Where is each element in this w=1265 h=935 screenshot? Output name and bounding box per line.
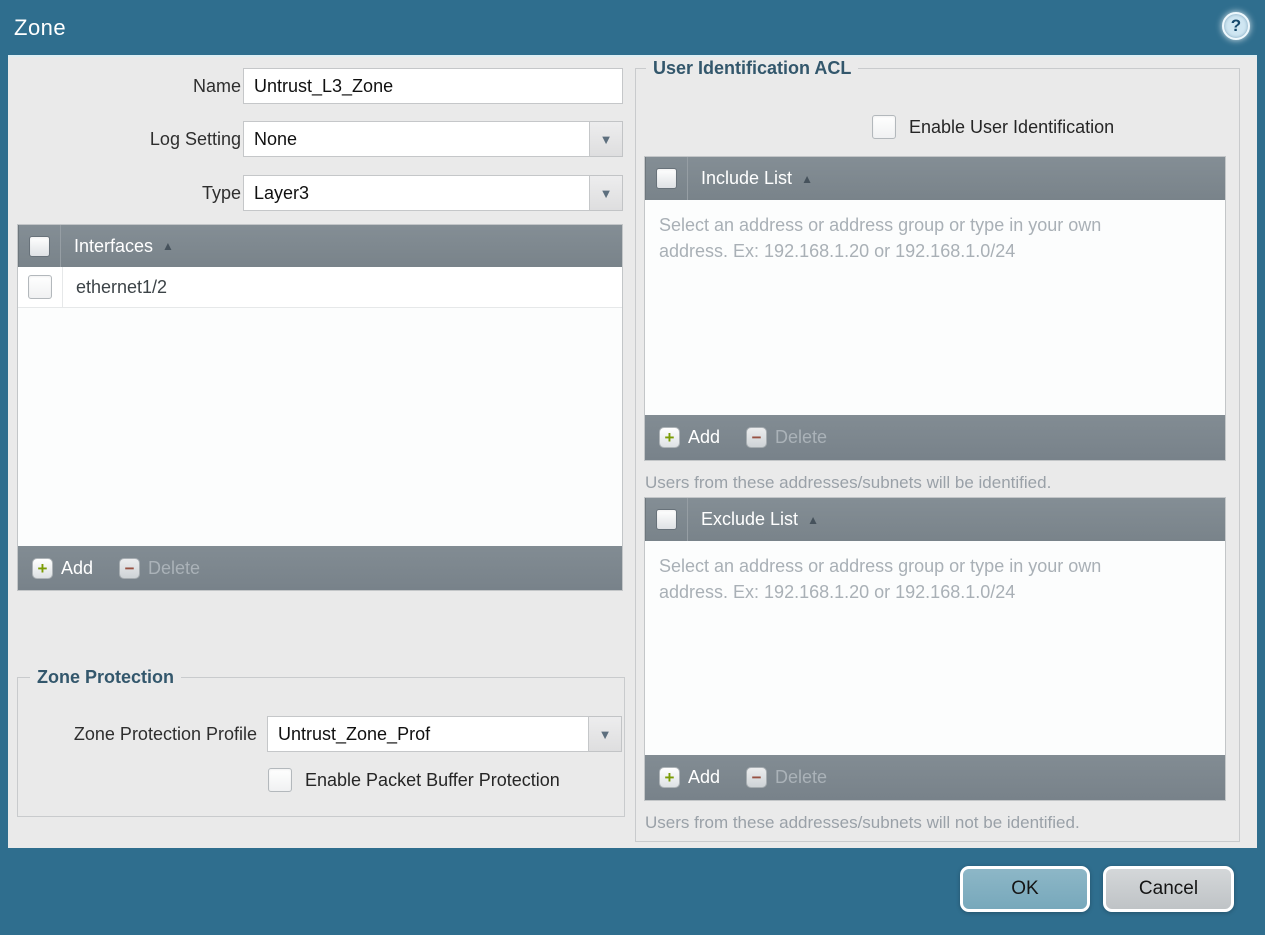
include-list-table: Include List ▲ Select an address or addr… (644, 156, 1226, 461)
interfaces-toolbar: + Add − Delete (18, 546, 622, 590)
minus-icon: − (119, 557, 141, 579)
user-identification-section: User Identification ACL Enable User Iden… (635, 58, 1240, 842)
plus-icon: + (659, 427, 680, 448)
include-add-button[interactable]: + Add (659, 427, 720, 448)
include-list-toolbar: + Add − Delete (645, 415, 1225, 460)
type-select: Layer3 ▼ (243, 175, 623, 211)
sort-ascending-icon: ▲ (162, 239, 174, 253)
column-divider (62, 267, 63, 307)
packet-buffer-protection-label: Enable Packet Buffer Protection (305, 770, 560, 790)
exclude-list-header[interactable]: Exclude List ▲ (645, 498, 1225, 541)
packet-buffer-protection-checkbox[interactable] (268, 768, 292, 792)
log-setting-dropdown-button[interactable]: ▼ (590, 121, 623, 157)
zone-protection-legend: Zone Protection (30, 667, 182, 688)
name-input[interactable] (243, 68, 623, 104)
user-identification-legend: User Identification ACL (646, 58, 859, 79)
ok-button[interactable]: OK (960, 866, 1090, 912)
interfaces-select-all-checkbox[interactable] (28, 235, 50, 257)
zone-protection-section: Zone Protection Zone Protection Profile … (17, 667, 625, 817)
include-delete-button[interactable]: − Delete (746, 427, 827, 448)
include-list-header[interactable]: Include List ▲ (645, 157, 1225, 200)
enable-user-identification-label: Enable User Identification (909, 117, 1115, 137)
dialog-body: Name Log Setting None ▼ Type Layer3 ▼ In… (8, 55, 1257, 848)
interfaces-table-header[interactable]: Interfaces ▲ (18, 225, 622, 267)
add-button[interactable]: + Add (32, 557, 93, 579)
type-value[interactable]: Layer3 (243, 175, 590, 211)
exclude-list-table: Exclude List ▲ Select an address or addr… (644, 497, 1226, 801)
dialog-title: Zone (14, 15, 67, 40)
zone-protection-profile-select: Untrust_Zone_Prof ▼ (267, 716, 622, 752)
exclude-list-caption: Users from these addresses/subnets will … (645, 813, 1080, 832)
chevron-down-icon: ▼ (598, 726, 612, 742)
interfaces-table-body: ethernet1/2 (18, 267, 622, 546)
exclude-list-toolbar: + Add − Delete (645, 755, 1225, 800)
help-glyph: ? (1230, 16, 1242, 35)
interface-name: ethernet1/2 (76, 276, 168, 297)
exclude-delete-button[interactable]: − Delete (746, 767, 827, 788)
chevron-down-icon: ▼ (599, 185, 613, 201)
exclude-list-placeholder: Select an address or address group or ty… (659, 556, 1102, 603)
minus-icon: − (746, 427, 768, 448)
chevron-down-icon: ▼ (599, 131, 613, 147)
log-setting-value[interactable]: None (243, 121, 590, 157)
plus-icon: + (659, 767, 680, 788)
cancel-button[interactable]: Cancel (1103, 866, 1234, 912)
interfaces-column-header: Interfaces (74, 235, 154, 256)
delete-button[interactable]: − Delete (119, 557, 200, 579)
exclude-select-all-checkbox[interactable] (655, 509, 677, 530)
exclude-list-body: Select an address or address group or ty… (645, 541, 1225, 755)
enable-user-identification-checkbox[interactable] (872, 115, 896, 139)
exclude-add-button[interactable]: + Add (659, 767, 720, 788)
type-dropdown-button[interactable]: ▼ (590, 175, 623, 211)
include-list-placeholder: Select an address or address group or ty… (659, 215, 1102, 262)
sort-ascending-icon: ▲ (801, 171, 813, 186)
dialog-titlebar: Zone ? (0, 0, 1265, 55)
interface-row-checkbox[interactable] (28, 275, 52, 299)
include-list-caption: Users from these addresses/subnets will … (645, 473, 1052, 492)
plus-icon: + (32, 557, 53, 579)
include-select-all-checkbox[interactable] (655, 168, 677, 189)
zone-protection-profile-label: Zone Protection Profile (73, 724, 257, 744)
zone-protection-profile-value[interactable]: Untrust_Zone_Prof (267, 716, 589, 752)
minus-icon: − (746, 767, 768, 788)
exclude-list-column-header: Exclude List (701, 509, 799, 529)
interfaces-table: Interfaces ▲ ethernet1/2 + Add − Delete (17, 224, 623, 591)
table-row[interactable]: ethernet1/2 (18, 267, 622, 308)
log-setting-label: Log Setting (149, 129, 241, 149)
include-list-column-header: Include List (701, 168, 793, 188)
log-setting-select: None ▼ (243, 121, 623, 157)
name-label: Name (192, 76, 241, 96)
zone-protection-profile-dropdown-button[interactable]: ▼ (589, 716, 622, 752)
sort-ascending-icon: ▲ (807, 512, 819, 527)
include-list-body: Select an address or address group or ty… (645, 200, 1225, 415)
help-icon[interactable]: ? (1222, 12, 1250, 40)
type-label: Type (201, 183, 241, 203)
